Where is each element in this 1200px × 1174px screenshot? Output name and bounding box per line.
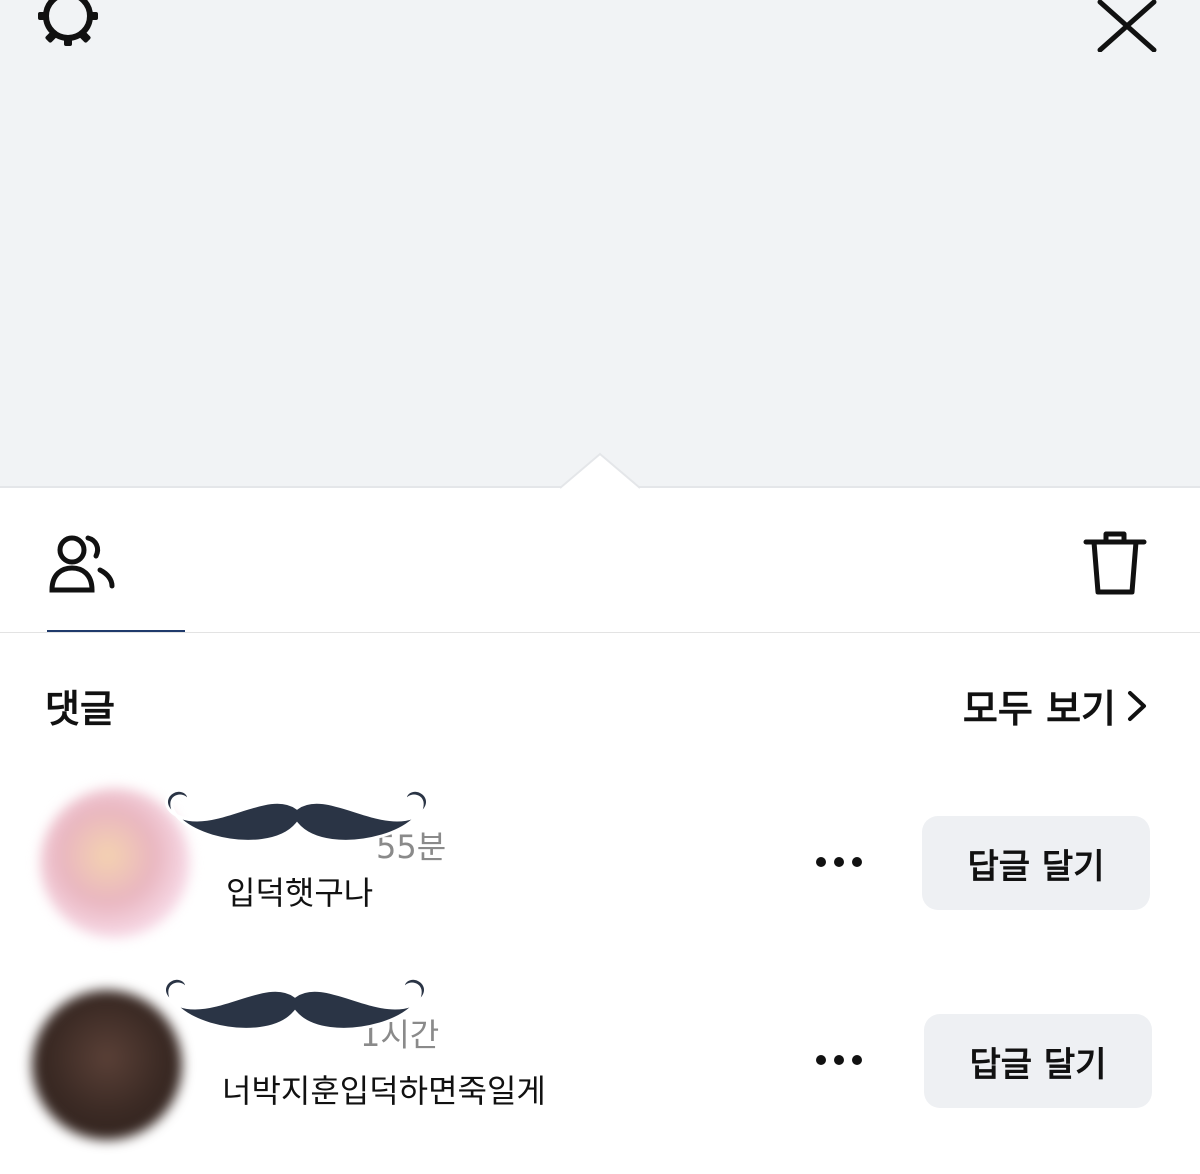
- viewers-icon[interactable]: [46, 530, 118, 596]
- divider: [0, 632, 1200, 633]
- reply-button[interactable]: 답글 달기: [924, 1014, 1152, 1108]
- close-icon[interactable]: [1094, 0, 1160, 52]
- more-icon[interactable]: [814, 852, 864, 872]
- story-preview-area: [0, 0, 1200, 488]
- comment-text: 입덕햇구나: [226, 874, 374, 912]
- chevron-right-icon: [1128, 690, 1146, 721]
- comments-title: 댓글: [45, 687, 115, 731]
- comment-item: 1시간 너박지훈입덕하면죽일게 답글 달기: [0, 976, 1200, 1158]
- see-all-label: 모두 보기: [962, 687, 1116, 731]
- mustache-sticker: [165, 788, 429, 843]
- more-icon[interactable]: [814, 1050, 864, 1070]
- reply-button[interactable]: 답글 달기: [922, 816, 1150, 910]
- comment-item: 55분 입덕햇구나 답글 달기: [0, 780, 1200, 960]
- pointer-notch: [560, 452, 640, 492]
- gear-icon[interactable]: [30, 0, 106, 54]
- trash-icon[interactable]: [1082, 528, 1148, 598]
- comment-text: 너박지훈입덕하면죽일게: [222, 1072, 546, 1110]
- mustache-sticker: [163, 976, 427, 1031]
- see-all-link[interactable]: 모두 보기: [963, 678, 1148, 733]
